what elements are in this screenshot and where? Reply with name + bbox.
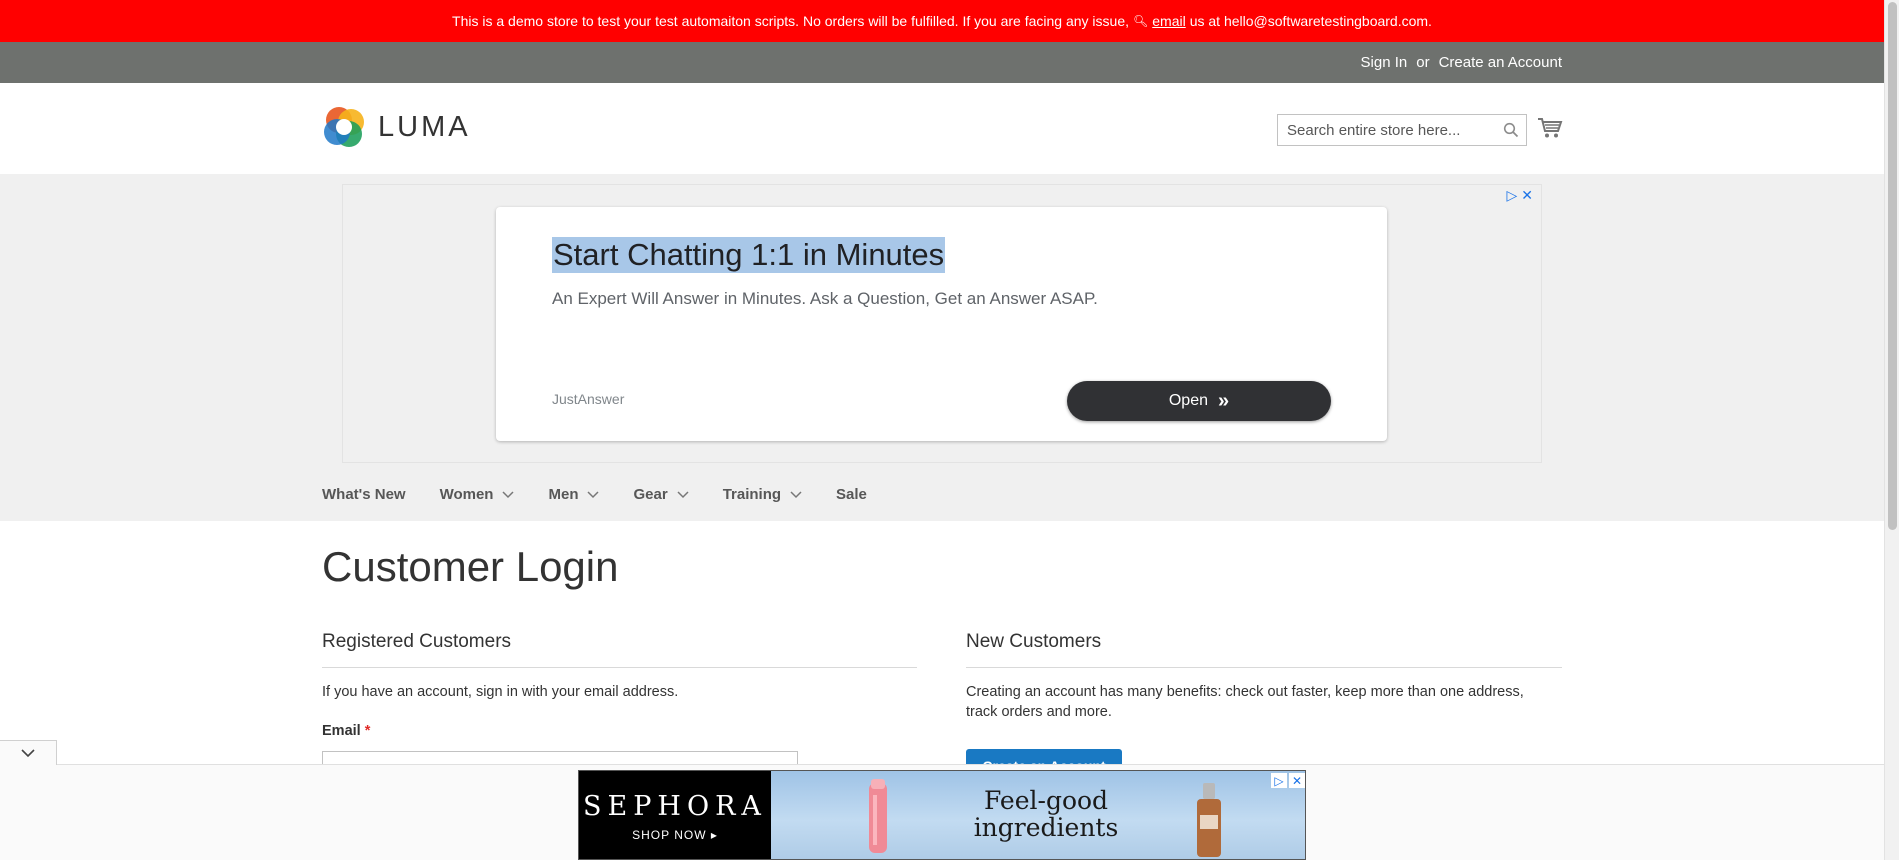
email-label: Email * — [322, 723, 370, 739]
divider — [966, 667, 1562, 668]
serum-bottle-image — [1197, 783, 1221, 857]
magnifier-icon: 🔍︎ — [1133, 14, 1149, 28]
create-account-link[interactable]: Create an Account — [1439, 54, 1562, 71]
sephora-logo-text: SEPHORA — [583, 790, 767, 822]
ad-copy: Feel-good ingredients — [961, 787, 1131, 841]
logo[interactable]: LUMA — [322, 105, 471, 149]
page-scrollbar[interactable] — [1884, 0, 1899, 860]
ad-copy-line1: Feel-good — [983, 786, 1109, 815]
ad-brand[interactable]: JustAnswer — [552, 391, 624, 407]
ad-close-icon[interactable]: ✕ — [1521, 187, 1533, 204]
sephora-image-panel[interactable]: Feel-good ingredients ▷ ✕ — [771, 771, 1305, 859]
double-chevron-right-icon: » — [1218, 389, 1230, 412]
header-content: LUMA — [0, 83, 1884, 174]
nav-item-sale[interactable]: Sale — [836, 486, 867, 503]
chevron-down-icon — [677, 490, 689, 498]
cart-icon[interactable] — [1537, 116, 1563, 140]
chevron-down-icon — [587, 490, 600, 498]
search-input[interactable] — [1278, 115, 1488, 145]
anchor-collapse-button[interactable] — [0, 740, 57, 765]
ad-open-label: Open — [1168, 392, 1208, 409]
nav-item-training[interactable]: Training — [723, 486, 802, 503]
ad-controls: ▷ ✕ — [1271, 773, 1305, 788]
notice-text: This is a demo store to test your test a… — [452, 13, 1130, 29]
ad-description: An Expert Will Answer in Minutes. Ask a … — [552, 289, 1098, 308]
notice-text-after: us at hello@softwaretestingboard.com. — [1189, 13, 1432, 29]
email-label-text: Email — [322, 723, 361, 739]
header-links: Sign In or Create an Account — [1361, 42, 1562, 83]
nav-label: What's New — [322, 486, 406, 503]
ad-copy-line2: ingredients — [973, 813, 1119, 842]
luma-logo-icon — [324, 107, 364, 147]
search-box — [1277, 114, 1527, 146]
ad-card[interactable]: Start Chatting 1:1 in Minutes An Expert … — [496, 207, 1387, 441]
required-marker: * — [364, 723, 371, 739]
nav-label: Men — [548, 486, 579, 503]
registered-customers-title: Registered Customers — [322, 631, 512, 652]
sephora-shop-now[interactable]: SHOP NOW ▸ — [632, 828, 718, 842]
new-customers-title: New Customers — [966, 631, 1102, 652]
chevron-down-icon — [502, 490, 515, 498]
chevron-down-icon — [790, 490, 802, 498]
page-title: Customer Login — [322, 543, 619, 590]
adchoices-icon[interactable]: ▷ — [1271, 773, 1287, 788]
sephora-brand-panel[interactable]: SEPHORA SHOP NOW ▸ — [579, 771, 771, 859]
nav-label: Training — [722, 486, 782, 503]
ad-controls: ▷ ✕ — [1506, 187, 1533, 204]
lip-gloss-tube-image — [869, 779, 887, 853]
new-customers-text: Creating an account has many benefits: c… — [966, 684, 1524, 720]
sign-in-link[interactable]: Sign In — [1361, 54, 1408, 71]
nav-label: Gear — [633, 486, 668, 503]
nav-item-whats-new[interactable]: What's New — [322, 486, 406, 503]
logo-text: LUMA — [378, 110, 471, 143]
demo-notice-bar: This is a demo store to test your test a… — [0, 0, 1884, 42]
registered-intro: If you have an account, sign in with you… — [322, 684, 679, 700]
panel-header: Sign In or Create an Account — [0, 42, 1884, 83]
nav-item-men[interactable]: Men — [548, 486, 600, 503]
nav-item-gear[interactable]: Gear — [633, 486, 689, 503]
nav-label: Women — [439, 486, 494, 503]
notice-email-link[interactable]: email — [1152, 13, 1185, 29]
nav-label: Sale — [836, 486, 867, 503]
ad-open-button[interactable]: Open » — [1067, 381, 1331, 421]
divider — [322, 667, 917, 668]
chevron-down-icon — [21, 748, 35, 757]
sephora-ad[interactable]: SEPHORA SHOP NOW ▸ Feel-good ingredients… — [578, 770, 1306, 860]
or-separator: or — [1416, 54, 1430, 71]
main-navigation: What's New Women Men Gear Training Sale — [322, 486, 901, 503]
nav-item-women[interactable]: Women — [440, 486, 515, 503]
search-icon[interactable] — [1503, 122, 1519, 138]
ad-close-icon[interactable]: ✕ — [1289, 773, 1305, 788]
scrollbar-thumb[interactable] — [1888, 2, 1897, 530]
adchoices-icon[interactable]: ▷ — [1506, 187, 1517, 204]
ad-headline[interactable]: Start Chatting 1:1 in Minutes — [552, 237, 946, 273]
